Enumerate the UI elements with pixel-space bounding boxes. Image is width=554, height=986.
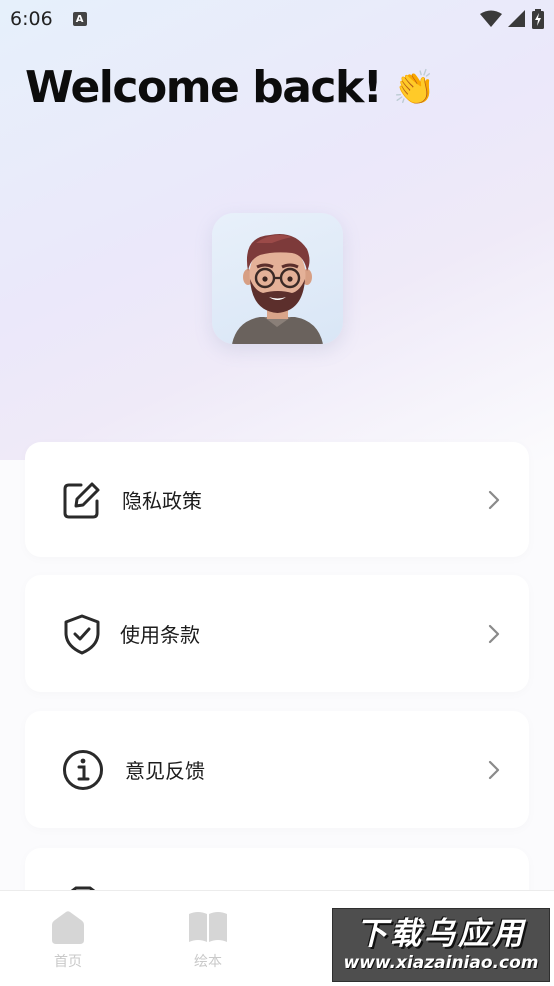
chevron-right-icon xyxy=(488,624,500,643)
chevron-right-icon xyxy=(488,760,500,779)
avatar[interactable] xyxy=(212,213,343,344)
waving-hands-icon: 👏 xyxy=(393,67,435,108)
wifi-icon xyxy=(480,10,502,27)
home-icon xyxy=(52,911,84,944)
tab-home-label: 首页 xyxy=(54,954,82,970)
watermark-title: 下载乌应用 xyxy=(356,916,526,952)
menu-item-feedback[interactable]: 意见反馈 xyxy=(25,711,529,828)
watermark-url: www.xiazainiao.com xyxy=(343,953,539,973)
info-icon xyxy=(63,749,103,790)
chevron-right-icon xyxy=(488,490,500,509)
tab-picture-books-label: 绘本 xyxy=(194,954,222,970)
menu-item-label: 隐私政策 xyxy=(122,489,202,513)
tab-picture-books[interactable]: 绘本 xyxy=(168,909,248,971)
memoji-avatar-icon xyxy=(232,233,323,344)
watermark-logo: 下载乌应用 www.xiazainiao.com xyxy=(332,908,550,982)
tab-home[interactable]: 首页 xyxy=(28,909,108,971)
page-title: Welcome back! xyxy=(25,62,383,113)
menu-item-privacy-policy[interactable]: 隐私政策 xyxy=(25,442,529,557)
battery-charging-icon xyxy=(532,9,544,29)
signal-icon xyxy=(508,10,525,27)
status-bar: 6:06 A xyxy=(0,0,554,38)
status-time: 6:06 xyxy=(10,8,53,30)
menu-item-label: 使用条款 xyxy=(120,623,200,647)
shield-check-icon xyxy=(64,614,100,654)
edit-icon xyxy=(63,482,100,518)
a-icon: A xyxy=(72,12,87,26)
welcome-heading: Welcome back! 👏 xyxy=(25,62,436,113)
book-icon xyxy=(189,912,227,942)
menu-item-terms-of-use[interactable]: 使用条款 xyxy=(25,575,529,692)
menu-item-label: 意见反馈 xyxy=(125,759,205,783)
